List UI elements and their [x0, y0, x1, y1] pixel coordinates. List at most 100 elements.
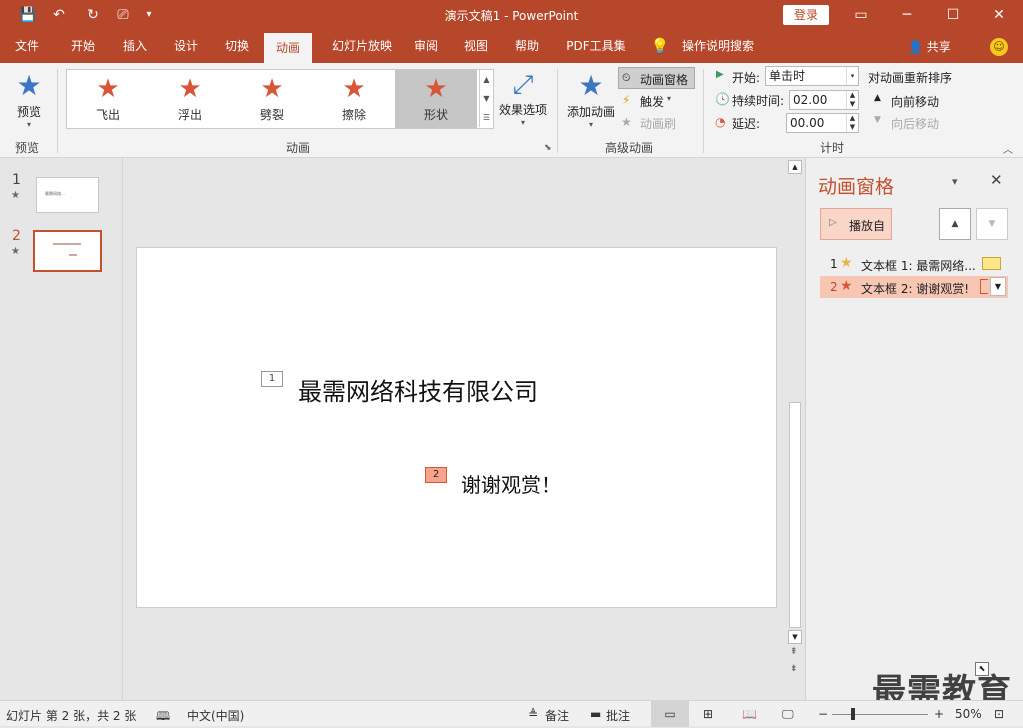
thumbnail-number: 2: [12, 228, 21, 244]
zoom-in-icon[interactable]: +: [934, 707, 944, 721]
duration-spinner[interactable]: 02.00 ▲ ▼: [789, 90, 859, 110]
vertical-scrollbar[interactable]: ▲ ▼ ⇞ ⇟: [786, 158, 804, 700]
tab-transitions[interactable]: 切换: [214, 30, 260, 63]
scroll-up-icon[interactable]: ▲: [788, 160, 802, 174]
delay-spinner[interactable]: 00.00 ▲ ▼: [786, 113, 859, 133]
animation-pane: 动画窗格 ▾ ✕ ▷ 播放自 ▲ ▼ 1 ★ 文本框 1: 最需网络... 2 …: [805, 158, 1023, 700]
chevron-down-icon: ▾: [667, 94, 672, 103]
add-animation-icon: ★: [578, 69, 604, 102]
animation-list-item[interactable]: 1 ★ 文本框 1: 最需网络...: [820, 253, 1008, 275]
move-down-icon[interactable]: ▼: [976, 208, 1008, 240]
preview-button[interactable]: ★ 预览 ▾: [10, 69, 48, 133]
tell-me-search[interactable]: 操作说明搜索: [676, 30, 760, 63]
spinner-arrows-icon[interactable]: ▲ ▼: [846, 91, 858, 109]
comments-icon: ▬: [590, 707, 602, 721]
tab-home[interactable]: 开始: [60, 30, 106, 63]
fit-slide-icon[interactable]: ⊡: [994, 707, 1004, 721]
login-button[interactable]: 登录: [783, 5, 829, 25]
item-dropdown-icon[interactable]: ▼: [990, 277, 1006, 296]
next-slide-icon[interactable]: ⇟: [790, 665, 798, 674]
ribbon-display-options-icon[interactable]: ▭: [849, 4, 873, 26]
timeline-bar: [982, 257, 1001, 270]
comments-button[interactable]: 批注: [606, 707, 630, 724]
slideshow-view-icon[interactable]: 🖵: [782, 707, 794, 722]
animation-wipe[interactable]: ★ 擦除: [313, 70, 395, 128]
slide-title-textbox[interactable]: 最需网络科技有限公司: [298, 372, 538, 407]
tab-insert[interactable]: 插入: [112, 30, 158, 63]
scroll-down-icon[interactable]: ▼: [788, 630, 802, 644]
chevron-down-icon[interactable]: ▾: [846, 67, 858, 85]
zoom-slider-track[interactable]: [832, 714, 928, 715]
tab-pdf-tools[interactable]: PDF工具集: [560, 30, 632, 63]
minimize-icon[interactable]: ─: [895, 4, 919, 26]
move-earlier-button[interactable]: ▲ 向前移动: [872, 91, 952, 111]
animation-shape[interactable]: ★ 形状: [395, 70, 477, 128]
reading-view-icon[interactable]: 📖: [742, 707, 757, 721]
tab-animations[interactable]: 动画: [264, 33, 312, 63]
play-icon: ▷: [829, 217, 837, 228]
dialog-launcher-icon[interactable]: ⬊: [544, 143, 552, 153]
animation-order-tag-selected[interactable]: 2: [425, 467, 447, 483]
tab-design[interactable]: 设计: [163, 30, 209, 63]
collapse-ribbon-icon[interactable]: ︿: [1003, 141, 1013, 156]
feedback-smiley-icon[interactable]: ☺: [990, 38, 1008, 56]
trigger-button[interactable]: ⚡ 触发 ▾: [620, 91, 696, 111]
effect-options-button[interactable]: ⤢ 效果选项 ▾: [496, 69, 550, 135]
divider: [557, 69, 558, 153]
chevron-down-icon: ▾: [588, 120, 593, 129]
tab-help[interactable]: 帮助: [506, 30, 548, 63]
close-icon[interactable]: ✕: [987, 4, 1011, 26]
move-later-button[interactable]: ▼ 向后移动: [872, 113, 952, 133]
previous-slide-icon[interactable]: ⇞: [790, 648, 798, 657]
language-indicator[interactable]: 中文(中国): [187, 707, 244, 724]
share-button[interactable]: 👤 共享: [908, 38, 951, 55]
animation-split[interactable]: ★ 劈裂: [231, 70, 313, 128]
slide-canvas[interactable]: 1 最需网络科技有限公司 2 谢谢观赏！: [136, 247, 777, 608]
maximize-icon[interactable]: ☐: [941, 4, 965, 26]
gallery-scroll-up-icon[interactable]: ▲: [479, 70, 493, 89]
animation-fly-out[interactable]: ★ 飞出: [67, 70, 149, 128]
timeline-bracket: [980, 279, 988, 294]
pane-options-icon[interactable]: ▾: [952, 175, 958, 188]
triangle-up-icon: ▲: [874, 93, 881, 103]
zoom-level[interactable]: 50%: [955, 707, 982, 721]
animation-pane-button[interactable]: ⏲ 动画窗格: [618, 67, 695, 89]
tab-view[interactable]: 视图: [456, 30, 496, 63]
slide-counter: 幻灯片 第 2 张，共 2 张: [6, 709, 137, 723]
tab-file[interactable]: 文件: [4, 30, 50, 63]
ribbon: ★ 预览 ▾ 预览 ★ 飞出 ★ 浮出 ★ 劈裂 ★ 擦除 ★ 形状 ▲ ▼ ☰…: [0, 63, 1023, 158]
slide-thumbnail-2[interactable]: [33, 230, 102, 272]
notes-button[interactable]: 备注: [545, 707, 569, 724]
tab-slideshow[interactable]: 幻灯片放映: [322, 30, 402, 63]
animation-star-icon: ★: [11, 246, 20, 257]
animation-list-item-selected[interactable]: 2 ★ 文本框 2: 谢谢观赏! ▼: [820, 276, 1008, 298]
normal-view-icon[interactable]: ▭: [651, 701, 689, 727]
animation-float-out[interactable]: ★ 浮出: [149, 70, 231, 128]
scroll-thumb[interactable]: [789, 402, 801, 628]
gallery-more-icon[interactable]: ☰: [479, 108, 493, 127]
zoom-out-icon[interactable]: −: [818, 707, 828, 721]
thumbnail-title-line: [53, 243, 81, 245]
spinner-arrows-icon[interactable]: ▲ ▼: [846, 114, 858, 132]
slide-thumbnail-1[interactable]: 最需网络...: [36, 177, 99, 213]
animation-gallery: ★ 飞出 ★ 浮出 ★ 劈裂 ★ 擦除 ★ 形状 ▲ ▼ ☰: [66, 69, 494, 129]
spell-check-icon[interactable]: 🕮: [156, 707, 170, 728]
animation-pane-title: 动画窗格: [818, 176, 895, 198]
close-pane-icon[interactable]: ✕: [990, 171, 1003, 189]
title-bar: 💾 ↶ ↻ ⎚ ▾ 演示文稿1 - PowerPoint 登录 ▭ ─ ☐ ✕: [0, 0, 1023, 30]
slide-subtitle-textbox[interactable]: 谢谢观赏！: [461, 469, 561, 498]
start-select[interactable]: 单击时 ▾: [765, 66, 859, 86]
animation-painter-button[interactable]: ★ 动画刷: [620, 113, 696, 133]
slide-sorter-icon[interactable]: ⊞: [703, 707, 713, 721]
zoom-slider-thumb[interactable]: [851, 708, 855, 720]
play-icon: ▶: [716, 69, 724, 80]
tab-review[interactable]: 审阅: [406, 30, 446, 63]
animation-order-tag[interactable]: 1: [261, 371, 283, 387]
gallery-scroll-down-icon[interactable]: ▼: [479, 89, 493, 108]
status-bar: 幻灯片 第 2 张，共 2 张 🕮 中文(中国) ≜ 备注 ▬ 批注 ▭ ⊞ 📖…: [0, 700, 1023, 728]
move-up-icon[interactable]: ▲: [939, 208, 971, 240]
add-animation-button[interactable]: ★ 添加动画 ▾: [564, 69, 618, 135]
divider: [703, 69, 704, 153]
person-icon: 👤: [908, 40, 923, 54]
play-from-button[interactable]: ▷ 播放自: [820, 208, 892, 240]
